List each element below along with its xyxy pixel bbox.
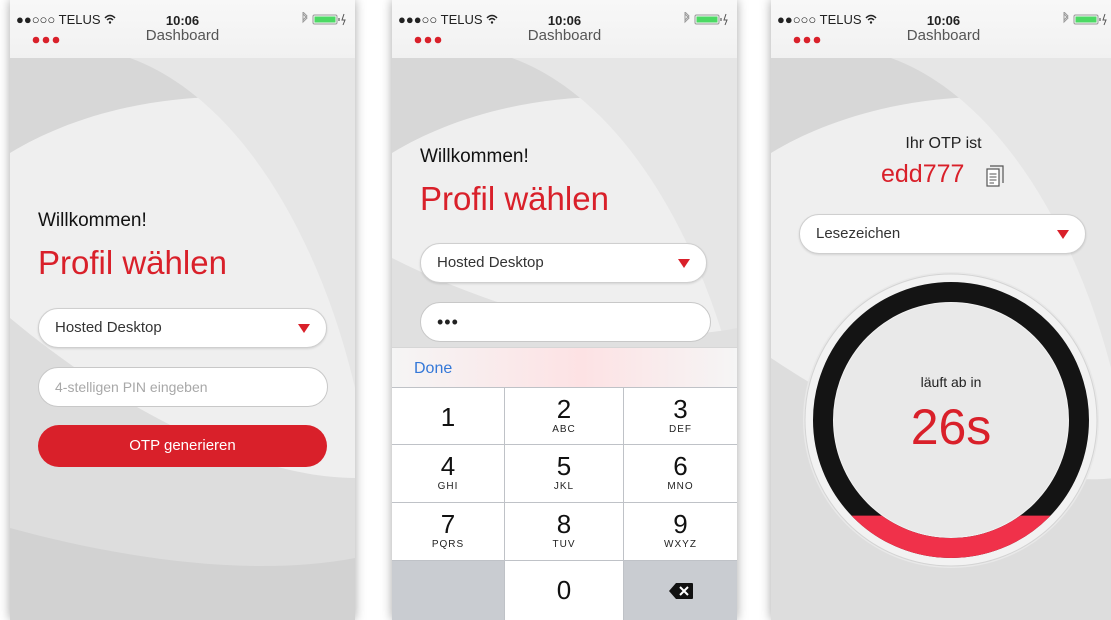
nav-title: Dashboard	[145, 27, 220, 44]
profile-select-value: Hosted Desktop	[55, 319, 162, 336]
welcome-text: Willkommen!	[38, 210, 147, 231]
key-5[interactable]: 5 JKL	[505, 445, 623, 502]
status-bar: ●●○○○ TELUS 10:06 Dashboard	[10, 0, 355, 58]
battery-icon	[1073, 14, 1101, 25]
status-bar: ●●●○○ TELUS 10:06 Dashboard	[392, 0, 737, 58]
expires-label: läuft ab in	[920, 374, 982, 390]
menu-dots-icon[interactable]	[32, 36, 60, 44]
otp-value: edd777	[881, 160, 965, 188]
bookmark-select-value: Lesezeichen	[816, 225, 901, 242]
phone-screen-keypad: ●●●○○ TELUS 10:06 Dashboard Willkommen! …	[392, 0, 737, 620]
nav-title: Dashboard	[906, 27, 981, 44]
status-icons	[302, 12, 346, 26]
key-8[interactable]: 8 TUV	[505, 503, 623, 560]
dropdown-caret-icon	[298, 324, 310, 333]
key-3[interactable]: 3 DEF	[624, 388, 737, 444]
profile-select-value: Hosted Desktop	[437, 254, 544, 271]
done-button[interactable]: Done	[414, 360, 452, 378]
numeric-keypad: 1 2 ABC 3 DEF 4 GHI 5 JKL 6 MNO 7 PQRS 8 TUV 9W…	[392, 387, 737, 620]
keyboard-toolbar: Done	[392, 347, 737, 387]
profile-select[interactable]: Hosted Desktop	[420, 243, 707, 283]
bookmark-select[interactable]: Lesezeichen	[799, 214, 1086, 254]
page-title: Profil wählen	[420, 180, 609, 217]
menu-dots-icon[interactable]	[414, 36, 442, 44]
copy-icon[interactable]	[986, 165, 1004, 187]
key-blank	[392, 561, 504, 620]
key-7[interactable]: 7 PQRS	[392, 503, 504, 560]
bluetooth-icon	[302, 12, 308, 24]
status-bar: ●●○○○ TELUS 10:06 Dashboard	[771, 0, 1111, 58]
key-2[interactable]: 2 ABC	[505, 388, 623, 444]
battery-icon	[694, 14, 722, 25]
key-1[interactable]: 1	[392, 388, 504, 444]
backspace-icon	[668, 583, 693, 599]
menu-dots-icon[interactable]	[793, 36, 821, 44]
welcome-text: Willkommen!	[420, 146, 529, 167]
pin-input[interactable]: 4-stelligen PIN eingeben	[38, 367, 328, 407]
key-0[interactable]: 0	[505, 561, 623, 620]
countdown-seconds: 26s	[910, 399, 992, 455]
status-icons	[684, 12, 728, 26]
status-icons	[1063, 12, 1107, 26]
key-4[interactable]: 4 GHI	[392, 445, 504, 502]
page-title: Profil wählen	[38, 244, 227, 281]
generate-otp-button[interactable]: OTP generieren	[38, 425, 327, 467]
pin-input[interactable]: •••	[420, 302, 711, 342]
bluetooth-icon	[1063, 12, 1069, 24]
nav-title: Dashboard	[527, 27, 602, 44]
phone-screen-otp: ●●○○○ TELUS 10:06 Dashboard Ihr OTP ist …	[771, 0, 1111, 620]
profile-select[interactable]: Hosted Desktop	[38, 308, 327, 348]
otp-label: Ihr OTP ist	[905, 135, 982, 152]
dropdown-caret-icon	[1057, 230, 1069, 239]
key-6[interactable]: 6 MNO	[624, 445, 737, 502]
phone-screen-login: ●●○○○ TELUS 10:06 Dashboard Willkommen! …	[10, 0, 355, 620]
key-9[interactable]: 9 WXYZ	[624, 503, 737, 560]
backspace-key[interactable]	[624, 561, 737, 620]
battery-icon	[312, 14, 340, 25]
bluetooth-icon	[684, 12, 690, 24]
dropdown-caret-icon	[678, 259, 690, 268]
